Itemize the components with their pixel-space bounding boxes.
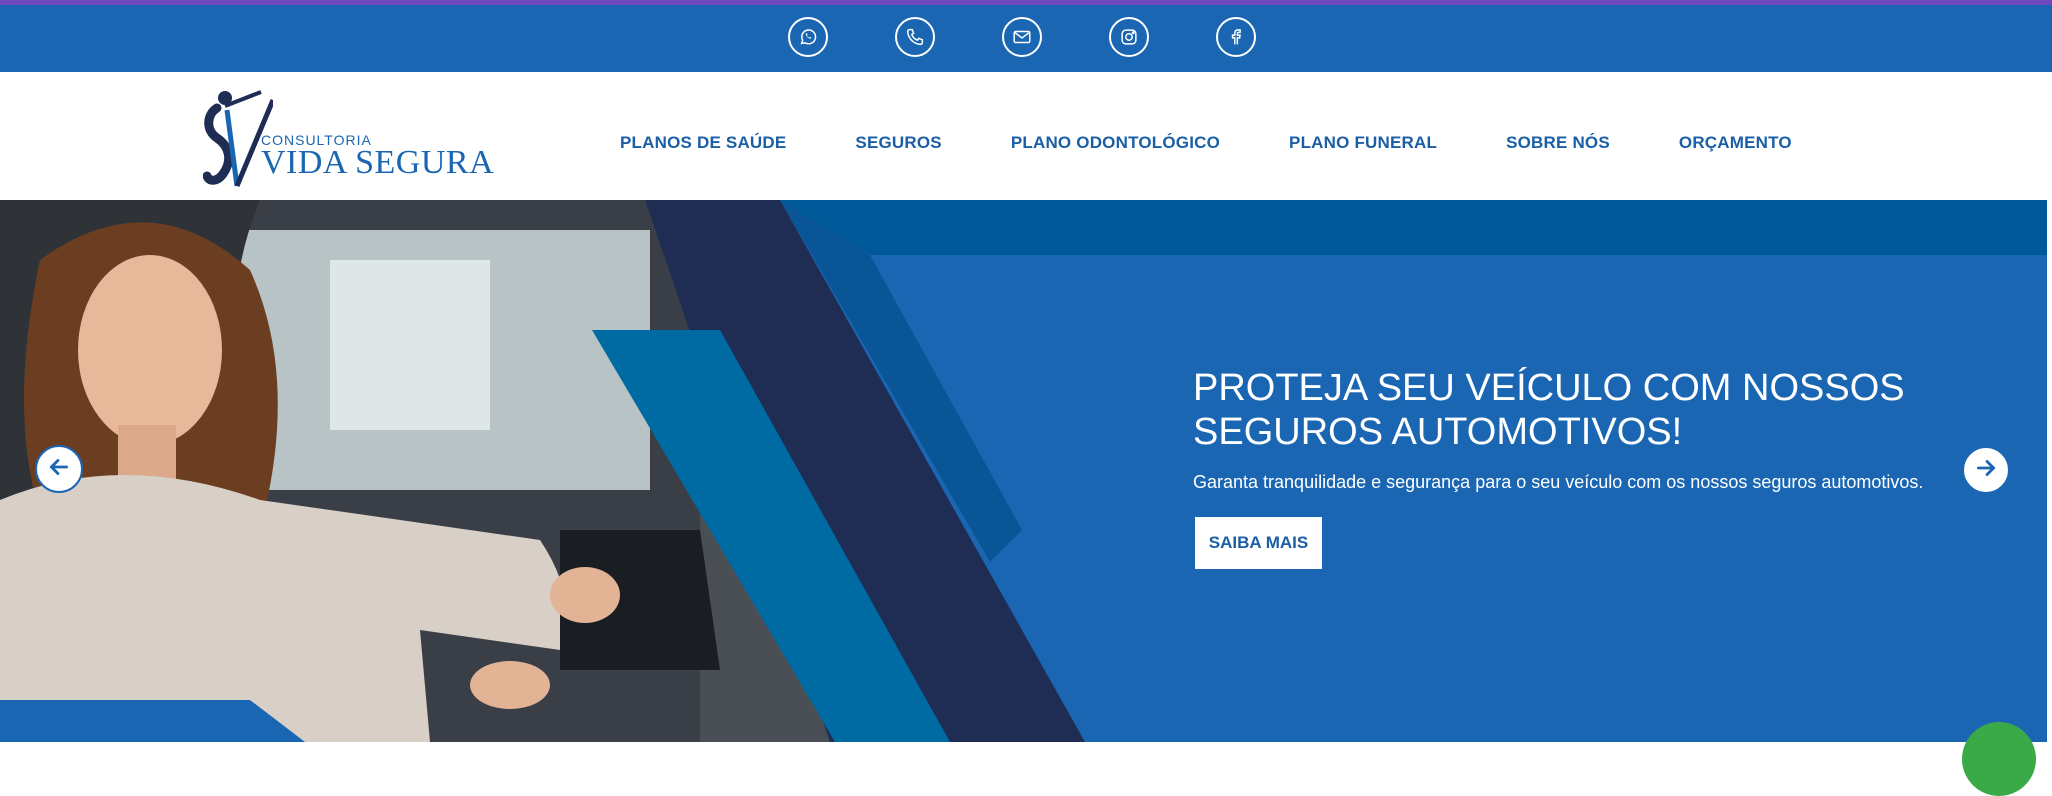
slider-prev-button[interactable]: [35, 445, 83, 493]
logo-brand-name: VIDA SEGURA: [261, 144, 495, 181]
saiba-mais-button[interactable]: SAIBA MAIS: [1195, 517, 1322, 569]
phone-link[interactable]: [895, 17, 935, 57]
facebook-link[interactable]: [1216, 17, 1256, 57]
hero-title: PROTEJA SEU VEÍCULO COM NOSSOS SEGUROS A…: [1193, 367, 1905, 453]
phone-icon: [904, 26, 926, 48]
social-links: [788, 17, 1256, 57]
nav-item-planos-de-saude[interactable]: PLANOS DE SAÚDE: [620, 119, 786, 153]
top-social-bar: [0, 0, 2052, 72]
whatsapp-icon: [797, 26, 819, 48]
site-header: CONSULTORIA VIDA SEGURA PLANOS DE SAÚDE …: [0, 72, 2052, 200]
arrow-right-icon: [1973, 455, 1999, 486]
nav-item-plano-funeral[interactable]: PLANO FUNERAL: [1289, 119, 1437, 153]
nav-item-sobre-nos[interactable]: SOBRE NÓS: [1506, 119, 1610, 153]
main-nav: PLANOS DE SAÚDE SEGUROS PLANO ODONTOLÓGI…: [620, 72, 1792, 200]
nav-item-orcamento[interactable]: ORÇAMENTO: [1679, 119, 1792, 153]
facebook-icon: [1225, 26, 1247, 48]
email-link[interactable]: [1002, 17, 1042, 57]
site-logo[interactable]: CONSULTORIA VIDA SEGURA: [203, 86, 495, 190]
instagram-icon: [1118, 26, 1140, 48]
whatsapp-chat-button[interactable]: [1962, 722, 2036, 796]
page-right-edge: [2047, 200, 2052, 742]
instagram-link[interactable]: [1109, 17, 1149, 57]
whatsapp-link[interactable]: [788, 17, 828, 57]
hero-photo-woman-in-car: [0, 200, 720, 742]
nav-item-seguros[interactable]: SEGUROS: [855, 119, 941, 153]
mail-icon: [1011, 26, 1033, 48]
hero-background-graphic: [0, 200, 2052, 742]
hero-slider: PROTEJA SEU VEÍCULO COM NOSSOS SEGUROS A…: [0, 200, 2052, 742]
arrow-left-icon: [46, 454, 72, 485]
hero-subtitle: Garanta tranquilidade e segurança para o…: [1193, 472, 1924, 492]
slider-next-button[interactable]: [1962, 446, 2010, 494]
nav-item-plano-odontologico[interactable]: PLANO ODONTOLÓGICO: [1011, 119, 1220, 153]
